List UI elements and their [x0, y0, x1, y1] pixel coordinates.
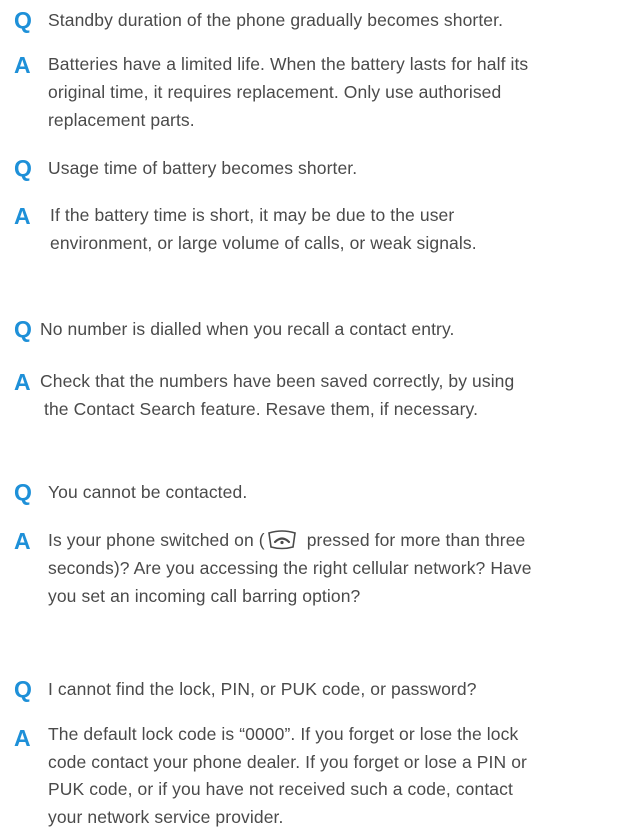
answer-marker: A [14, 52, 31, 78]
end-key-icon [267, 530, 296, 550]
answer-text: Batteries have a limited life. When the … [48, 54, 529, 130]
answer-marker: A [14, 203, 31, 229]
question-marker: Q [14, 316, 32, 342]
question-text: No number is dialled when you recall a c… [40, 319, 455, 339]
question-text: I cannot find the lock, PIN, or PUK code… [48, 679, 477, 699]
answer-marker: A [14, 528, 31, 554]
question-marker: Q [14, 7, 32, 33]
answer-marker: A [14, 725, 31, 751]
question-marker: Q [14, 155, 32, 181]
answer-text-before-icon: Is your phone switched on ( [48, 530, 265, 550]
answer-text: Check that the numbers have been saved c… [40, 371, 515, 419]
answer-text: If the battery time is short, it may be … [50, 205, 477, 253]
question-text: Usage time of battery becomes shorter. [48, 158, 358, 178]
question-marker: Q [14, 676, 32, 702]
question-marker: Q [14, 479, 32, 505]
answer-text-after-icon: pressed for more than three [306, 530, 526, 550]
answer-text: Is your phone switched on ( pressed for … [48, 530, 532, 606]
question-text: Standby duration of the phone gradually … [48, 10, 504, 30]
answer-text: The default lock code is “0000”. If you … [48, 724, 527, 827]
answer-marker: A [14, 369, 31, 395]
question-text: You cannot be contacted. [48, 482, 248, 502]
